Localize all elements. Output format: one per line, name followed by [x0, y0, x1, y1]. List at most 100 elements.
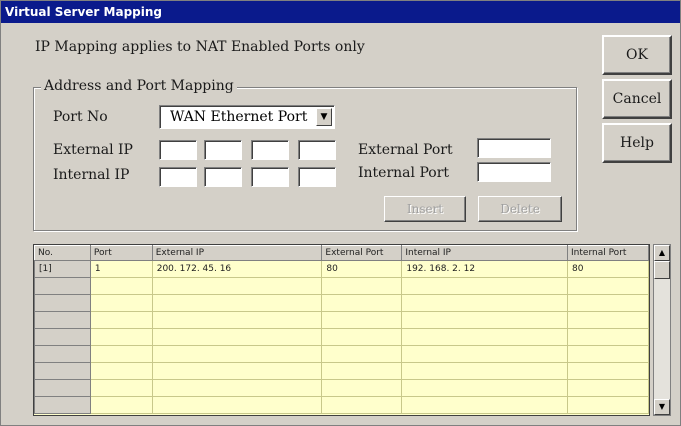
table-cell[interactable] — [89, 396, 153, 414]
table-cell[interactable] — [401, 396, 569, 414]
table-cell[interactable] — [567, 328, 649, 346]
table-cell[interactable] — [401, 277, 569, 295]
table-cell[interactable] — [89, 362, 153, 380]
table-cell[interactable] — [321, 328, 403, 346]
external-port-label: External Port — [358, 142, 453, 158]
table-cell[interactable]: 80 — [321, 260, 403, 278]
table-row[interactable] — [34, 396, 649, 414]
mapping-table: No. Port External IP External Port Internal … — [33, 244, 650, 416]
table-row[interactable] — [34, 294, 649, 312]
table-cell[interactable] — [321, 345, 403, 363]
mapping-grid: No. Port External IP External Port Internal … — [34, 245, 649, 414]
column-header[interactable]: Port — [89, 245, 153, 261]
column-header[interactable]: No. — [34, 245, 91, 261]
table-cell[interactable]: 1 — [89, 260, 153, 278]
table-cell[interactable] — [89, 328, 153, 346]
row-number-cell[interactable] — [34, 328, 91, 346]
table-cell[interactable]: 80 — [567, 260, 649, 278]
internal-ip-octet-3[interactable] — [251, 167, 289, 187]
title-bar: Virtual Server Mapping — [1, 1, 680, 23]
row-number-cell[interactable] — [34, 311, 91, 329]
table-cell[interactable] — [567, 294, 649, 312]
table-cell[interactable] — [151, 379, 323, 397]
scroll-up-arrow-icon[interactable]: ▲ — [654, 245, 670, 261]
internal-ip-octet-2[interactable] — [204, 167, 242, 187]
scroll-thumb[interactable] — [654, 261, 670, 279]
table-cell[interactable] — [401, 294, 569, 312]
port-no-select[interactable]: WAN Ethernet Port ▼ — [159, 105, 335, 129]
table-cell[interactable] — [151, 362, 323, 380]
table-row[interactable] — [34, 379, 649, 397]
row-number-cell[interactable] — [34, 345, 91, 363]
table-cell[interactable] — [401, 362, 569, 380]
table-row[interactable] — [34, 277, 649, 295]
row-number-cell[interactable] — [34, 379, 91, 397]
table-cell[interactable] — [321, 277, 403, 295]
table-cell[interactable] — [401, 345, 569, 363]
external-ip-label: External IP — [53, 142, 133, 158]
table-cell[interactable] — [567, 362, 649, 380]
table-cell[interactable] — [151, 396, 323, 414]
external-ip-octet-4[interactable] — [298, 140, 336, 160]
table-cell[interactable] — [151, 311, 323, 329]
table-cell[interactable] — [89, 294, 153, 312]
scroll-down-arrow-icon[interactable]: ▼ — [654, 399, 670, 415]
row-number-cell[interactable]: [1] — [34, 260, 91, 278]
table-row[interactable] — [34, 345, 649, 363]
table-cell[interactable] — [567, 379, 649, 397]
table-cell[interactable] — [321, 379, 403, 397]
table-cell[interactable] — [401, 311, 569, 329]
chevron-down-icon[interactable]: ▼ — [316, 108, 332, 126]
table-cell[interactable] — [321, 396, 403, 414]
external-ip-octet-1[interactable] — [159, 140, 197, 160]
external-port-input[interactable] — [477, 138, 551, 158]
table-cell[interactable] — [567, 277, 649, 295]
delete-button[interactable]: Delete — [478, 196, 562, 222]
table-cell[interactable] — [321, 311, 403, 329]
internal-ip-octet-4[interactable] — [298, 167, 336, 187]
table-cell[interactable] — [567, 396, 649, 414]
internal-port-input[interactable] — [477, 162, 551, 182]
table-row[interactable] — [34, 328, 649, 346]
table-cell[interactable] — [321, 362, 403, 380]
insert-button[interactable]: Insert — [384, 196, 466, 222]
table-cell[interactable] — [89, 345, 153, 363]
table-cell[interactable] — [89, 277, 153, 295]
table-row[interactable] — [34, 362, 649, 380]
internal-ip-label: Internal IP — [53, 167, 130, 183]
table-row[interactable]: [1] 1 200. 172. 45. 16 80 192. 168. 2. 12 80 — [34, 260, 649, 278]
table-cell[interactable] — [567, 311, 649, 329]
table-cell[interactable] — [401, 379, 569, 397]
help-button[interactable]: Help — [602, 123, 672, 163]
table-cell[interactable]: 192. 168. 2. 12 — [401, 260, 569, 278]
table-cell[interactable] — [321, 294, 403, 312]
row-number-cell[interactable] — [34, 294, 91, 312]
table-cell[interactable]: 200. 172. 45. 16 — [151, 260, 323, 278]
column-header[interactable]: External Port — [321, 245, 403, 261]
external-ip-octet-2[interactable] — [204, 140, 242, 160]
table-cell[interactable] — [567, 345, 649, 363]
table-cell[interactable] — [151, 294, 323, 312]
table-header-row: No. Port External IP External Port Internal … — [34, 245, 649, 261]
internal-ip-octet-1[interactable] — [159, 167, 197, 187]
table-cell[interactable] — [151, 277, 323, 295]
column-header[interactable]: Internal IP — [401, 245, 569, 261]
row-number-cell[interactable] — [34, 362, 91, 380]
column-header[interactable]: External IP — [151, 245, 323, 261]
row-number-cell[interactable] — [34, 396, 91, 414]
table-cell[interactable] — [89, 311, 153, 329]
port-no-label: Port No — [53, 109, 108, 125]
table-cell[interactable] — [151, 345, 323, 363]
ok-button[interactable]: OK — [602, 35, 672, 75]
vertical-scrollbar[interactable]: ▲ ▼ — [653, 244, 671, 416]
row-number-cell[interactable] — [34, 277, 91, 295]
virtual-server-mapping-dialog: Virtual Server Mapping IP Mapping applie… — [0, 0, 681, 426]
column-header[interactable]: Internal Port — [567, 245, 649, 261]
cancel-button[interactable]: Cancel — [602, 79, 672, 119]
table-cell[interactable] — [401, 328, 569, 346]
external-ip-octet-3[interactable] — [251, 140, 289, 160]
table-row[interactable] — [34, 311, 649, 329]
table-cell[interactable] — [151, 328, 323, 346]
table-cell[interactable] — [89, 379, 153, 397]
nat-note: IP Mapping applies to NAT Enabled Ports … — [35, 39, 365, 55]
